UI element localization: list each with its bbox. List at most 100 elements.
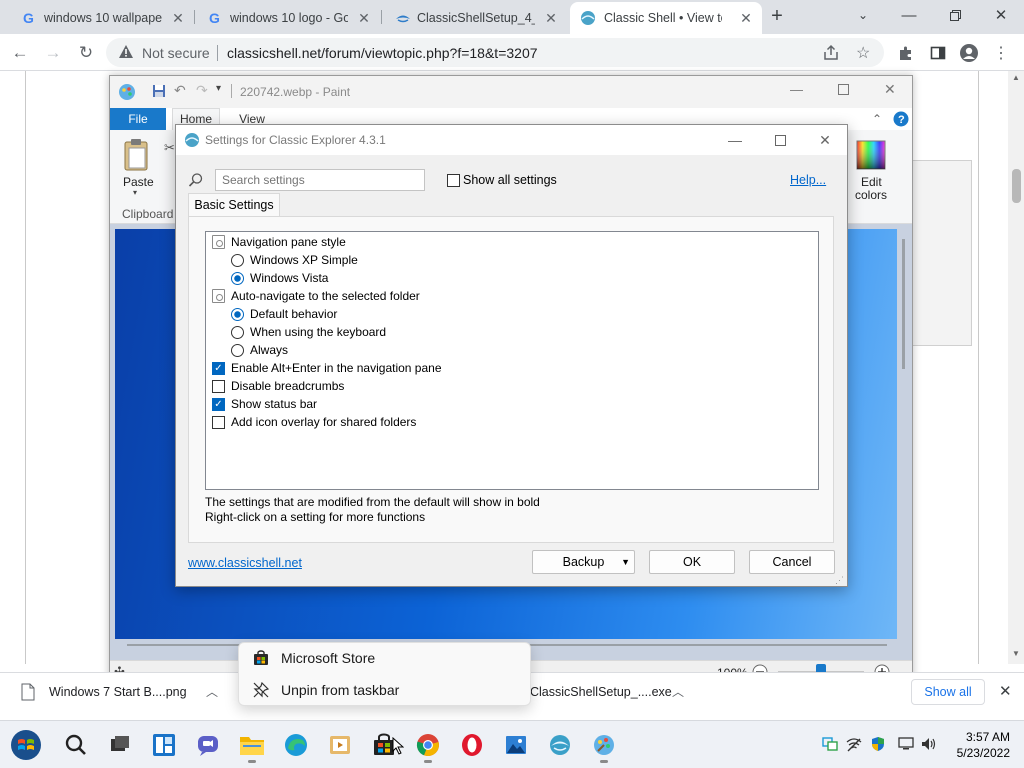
task-view-icon[interactable] <box>104 729 136 761</box>
setting-label[interactable]: Disable breadcrumbs <box>231 379 344 393</box>
scrollbar-thumb[interactable] <box>1012 169 1021 203</box>
backup-button[interactable]: Backup ▼ <box>532 550 635 574</box>
chevron-up-icon[interactable]: ︿ <box>672 683 684 700</box>
close-window-icon[interactable]: ✕ <box>978 0 1024 30</box>
jumplist-item-microsoft-store[interactable]: Microsoft Store <box>239 643 529 673</box>
close-icon[interactable]: ✕ <box>884 81 896 98</box>
url-text[interactable]: classicshell.net/forum/viewtopic.php?f=1… <box>227 45 538 61</box>
reload-icon[interactable]: ↻ <box>73 40 99 66</box>
checkbox[interactable] <box>212 415 225 429</box>
website-link[interactable]: www.classicshell.net <box>188 556 302 570</box>
tab-file[interactable]: File <box>110 108 166 130</box>
help-link[interactable]: Help... <box>790 173 826 187</box>
close-tab-icon[interactable]: ✕ <box>356 10 372 26</box>
checkbox-checked[interactable]: ✓ <box>212 397 225 411</box>
bookmark-star-icon[interactable]: ☆ <box>856 43 870 63</box>
radio-button-selected[interactable] <box>231 307 244 321</box>
new-tab-button[interactable]: + <box>766 6 788 28</box>
tab-search-icon[interactable]: ⌄ <box>840 0 886 30</box>
setting-always[interactable]: Always <box>231 341 288 359</box>
cancel-button[interactable]: Cancel <box>749 550 835 574</box>
maximize-icon[interactable] <box>757 125 803 155</box>
setting-add-icon-overlay[interactable]: Add icon overlay for shared folders <box>212 413 416 431</box>
side-panel-icon[interactable] <box>927 42 949 64</box>
omnibox[interactable]: Not secure classicshell.net/forum/viewto… <box>106 38 884 67</box>
edit-colors-icon[interactable] <box>856 140 886 170</box>
close-tab-icon[interactable]: ✕ <box>170 10 186 26</box>
security-shield-icon[interactable] <box>869 735 887 753</box>
setting-when-using-keyboard[interactable]: When using the keyboard <box>231 323 386 341</box>
classic-shell-icon[interactable] <box>544 729 576 761</box>
extensions-icon[interactable] <box>895 42 917 64</box>
share-icon[interactable] <box>822 44 840 62</box>
setting-label[interactable]: When using the keyboard <box>250 325 386 339</box>
chevron-down-icon[interactable]: ▼ <box>621 557 630 567</box>
security-label[interactable]: Not secure <box>142 45 210 61</box>
forward-icon[interactable]: → <box>40 40 66 66</box>
paste-icon[interactable] <box>122 138 152 172</box>
menu-icon[interactable]: ⋮ <box>990 42 1012 64</box>
opera-icon[interactable] <box>456 729 488 761</box>
minimize-icon[interactable]: — <box>886 0 932 30</box>
minimize-icon[interactable]: — <box>712 125 758 155</box>
maximize-icon[interactable] <box>838 84 849 95</box>
tab-classic-shell-forum[interactable]: Classic Shell • View top ✕ <box>570 2 762 34</box>
edit-colors-label-line2[interactable]: colors <box>855 188 887 202</box>
radio-button-selected[interactable] <box>231 271 244 285</box>
warning-icon[interactable] <box>118 44 134 60</box>
paste-dropdown-icon[interactable]: ▾ <box>133 188 137 197</box>
file-explorer-icon[interactable] <box>236 729 268 763</box>
download-item-2[interactable]: ClassicShellSetup_....exe ︿ <box>528 673 698 711</box>
volume-icon[interactable] <box>920 735 938 753</box>
quick-access-dropdown-icon[interactable]: ▾ <box>216 83 221 94</box>
download-filename[interactable]: Windows 7 Start B....png <box>49 685 187 699</box>
checkbox-checked[interactable]: ✓ <box>212 361 225 375</box>
tab-windows-10-wallpaper[interactable]: G windows 10 wallpaper ✕ <box>22 2 194 34</box>
vertical-scrollbar[interactable] <box>902 239 905 369</box>
setting-label[interactable]: Enable Alt+Enter in the navigation pane <box>231 361 442 375</box>
setting-label[interactable]: Windows XP Simple <box>250 253 358 267</box>
setting-label[interactable]: Default behavior <box>250 307 337 321</box>
search-settings-input[interactable] <box>215 169 425 191</box>
photos-icon[interactable] <box>500 729 532 761</box>
download-filename[interactable]: ClassicShellSetup_....exe <box>530 685 672 699</box>
start-icon[interactable] <box>10 729 42 761</box>
setting-label[interactable]: Windows Vista <box>250 271 328 285</box>
setting-default-behavior[interactable]: Default behavior <box>231 305 337 323</box>
clock-date[interactable]: 5/23/2022 <box>952 746 1010 760</box>
setting-enable-alt-enter[interactable]: ✓ Enable Alt+Enter in the navigation pan… <box>212 359 442 377</box>
profile-avatar-icon[interactable] <box>958 42 980 64</box>
ok-button[interactable]: OK <box>649 550 735 574</box>
scroll-down-icon[interactable]: ▼ <box>1012 649 1020 658</box>
show-all-settings-checkbox[interactable] <box>447 174 460 187</box>
clock-time[interactable]: 3:57 AM <box>964 730 1010 744</box>
scroll-up-icon[interactable]: ▲ <box>1012 73 1020 82</box>
redo-icon[interactable]: ↷ <box>196 82 208 99</box>
teams-chat-icon[interactable] <box>192 729 224 761</box>
close-tab-icon[interactable]: ✕ <box>543 10 559 26</box>
resize-grip-icon[interactable]: ⋰ <box>835 575 844 586</box>
show-all-downloads-button[interactable]: Show all <box>911 679 985 705</box>
back-icon[interactable]: ← <box>7 40 33 66</box>
setting-label[interactable]: Add icon overlay for shared folders <box>231 415 416 429</box>
setting-windows-vista[interactable]: Windows Vista <box>231 269 328 287</box>
video-editor-icon[interactable] <box>324 729 356 761</box>
paste-label[interactable]: Paste <box>123 175 154 189</box>
jumplist-label[interactable]: Microsoft Store <box>281 650 375 666</box>
setting-disable-breadcrumbs[interactable]: Disable breadcrumbs <box>212 377 344 395</box>
paint-icon[interactable] <box>588 729 620 763</box>
cut-icon[interactable]: ✂ <box>164 140 175 156</box>
checkbox[interactable] <box>212 379 225 393</box>
edge-icon[interactable] <box>280 729 312 761</box>
tab-basic-settings[interactable]: Basic Settings <box>188 193 280 217</box>
backup-button-label[interactable]: Backup <box>563 555 605 569</box>
show-all-settings-label[interactable]: Show all settings <box>463 173 557 187</box>
close-download-bar-icon[interactable]: ✕ <box>999 682 1012 700</box>
tab-windows-10-logo[interactable]: G windows 10 logo - Goo ✕ <box>208 2 380 34</box>
close-tab-icon[interactable]: ✕ <box>738 10 754 26</box>
radio-button[interactable] <box>231 325 244 339</box>
save-icon[interactable] <box>152 84 166 98</box>
setting-label[interactable]: Always <box>250 343 288 357</box>
close-icon[interactable]: ✕ <box>802 125 848 155</box>
edit-colors-label-line1[interactable]: Edit <box>861 175 882 189</box>
